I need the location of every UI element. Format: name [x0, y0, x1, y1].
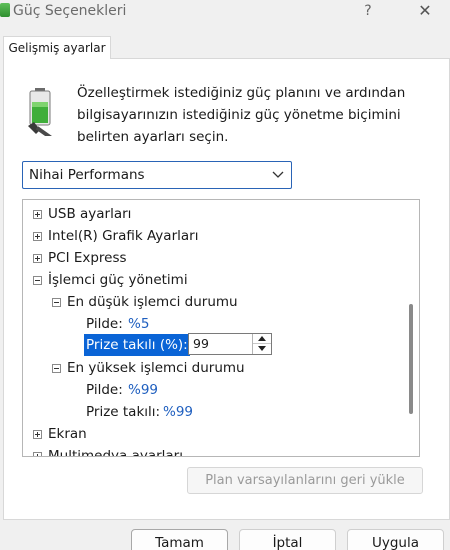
collapse-minus-icon[interactable] [52, 364, 61, 373]
max-battery-label: Pilde: [86, 382, 123, 398]
scrollbar-thumb[interactable] [409, 304, 413, 414]
cancel-button[interactable]: İptal [239, 529, 336, 550]
intro-line-3: belirten ayarları seçin. [77, 129, 229, 145]
expand-plus-icon[interactable] [33, 430, 42, 439]
spin-up-button[interactable] [253, 334, 271, 344]
expand-plus-icon[interactable] [33, 210, 42, 219]
collapse-minus-icon[interactable] [52, 298, 61, 307]
expand-plus-icon[interactable] [33, 452, 42, 456]
intro-line-2: bilgisayarınızın istediğiniz güç yönetme… [77, 107, 401, 123]
ok-button[interactable]: Tamam [131, 529, 228, 550]
min-plugged-label: Prize takılı (%): [84, 334, 190, 356]
max-plugged-label: Prize takılı: [86, 404, 161, 420]
arrow-down-icon [258, 346, 266, 351]
tree-label-intel: Intel(R) Grafik Ayarları [48, 228, 199, 244]
close-button[interactable]: ✕ [410, 0, 440, 22]
title-bar: Güç Seçenekleri ? ✕ [0, 0, 450, 24]
min-battery-value[interactable]: %5 [128, 313, 149, 335]
power-options-window: Güç Seçenekleri ? ✕ Gelişmiş ayarlar Öze… [0, 0, 450, 550]
expand-plus-icon[interactable] [33, 232, 42, 241]
help-button[interactable]: ? [358, 0, 378, 22]
intro-line-1: Özelleştirmek istediğiniz güç planını ve… [77, 85, 406, 101]
battery-plug-icon [28, 88, 53, 136]
max-plugged-value[interactable]: %99 [163, 401, 193, 423]
tree-label-max-state: En yüksek işlemci durumu [67, 360, 245, 376]
chevron-down-icon [272, 171, 284, 178]
intro-description: Özelleştirmek istediğiniz güç planını ve… [77, 82, 427, 148]
tree-label-processor: İşlemci güç yönetimi [48, 272, 188, 288]
arrow-up-icon [258, 336, 266, 341]
tree-label-usb: USB ayarları [48, 206, 132, 222]
max-battery-value[interactable]: %99 [128, 379, 158, 401]
tab-advanced-settings[interactable]: Gelişmiş ayarlar [3, 36, 111, 59]
restore-defaults-button[interactable]: Plan varsayılanlarını geri yükle [187, 467, 423, 494]
power-options-icon [0, 3, 10, 17]
tree-scrollbar[interactable] [405, 200, 419, 456]
collapse-minus-icon[interactable] [33, 276, 42, 285]
tree-label-pci: PCI Express [48, 250, 127, 266]
window-title: Güç Seçenekleri [13, 3, 127, 19]
min-plugged-spinner[interactable] [252, 334, 271, 354]
settings-tree[interactable]: USB ayarları Intel(R) Grafik Ayarları PC… [22, 199, 420, 457]
spin-down-button[interactable] [253, 344, 271, 354]
expand-plus-icon[interactable] [33, 254, 42, 263]
apply-button[interactable]: Uygula [347, 529, 444, 550]
min-battery-label: Pilde: [86, 316, 123, 332]
tree-label-multimedia: Multimedya ayarları [48, 448, 183, 457]
power-plan-value: Nihai Performans [29, 167, 145, 183]
power-plan-select[interactable]: Nihai Performans [22, 161, 292, 189]
tree-label-display: Ekran [48, 426, 87, 442]
tree-label-min-state: En düşük işlemci durumu [67, 294, 238, 310]
